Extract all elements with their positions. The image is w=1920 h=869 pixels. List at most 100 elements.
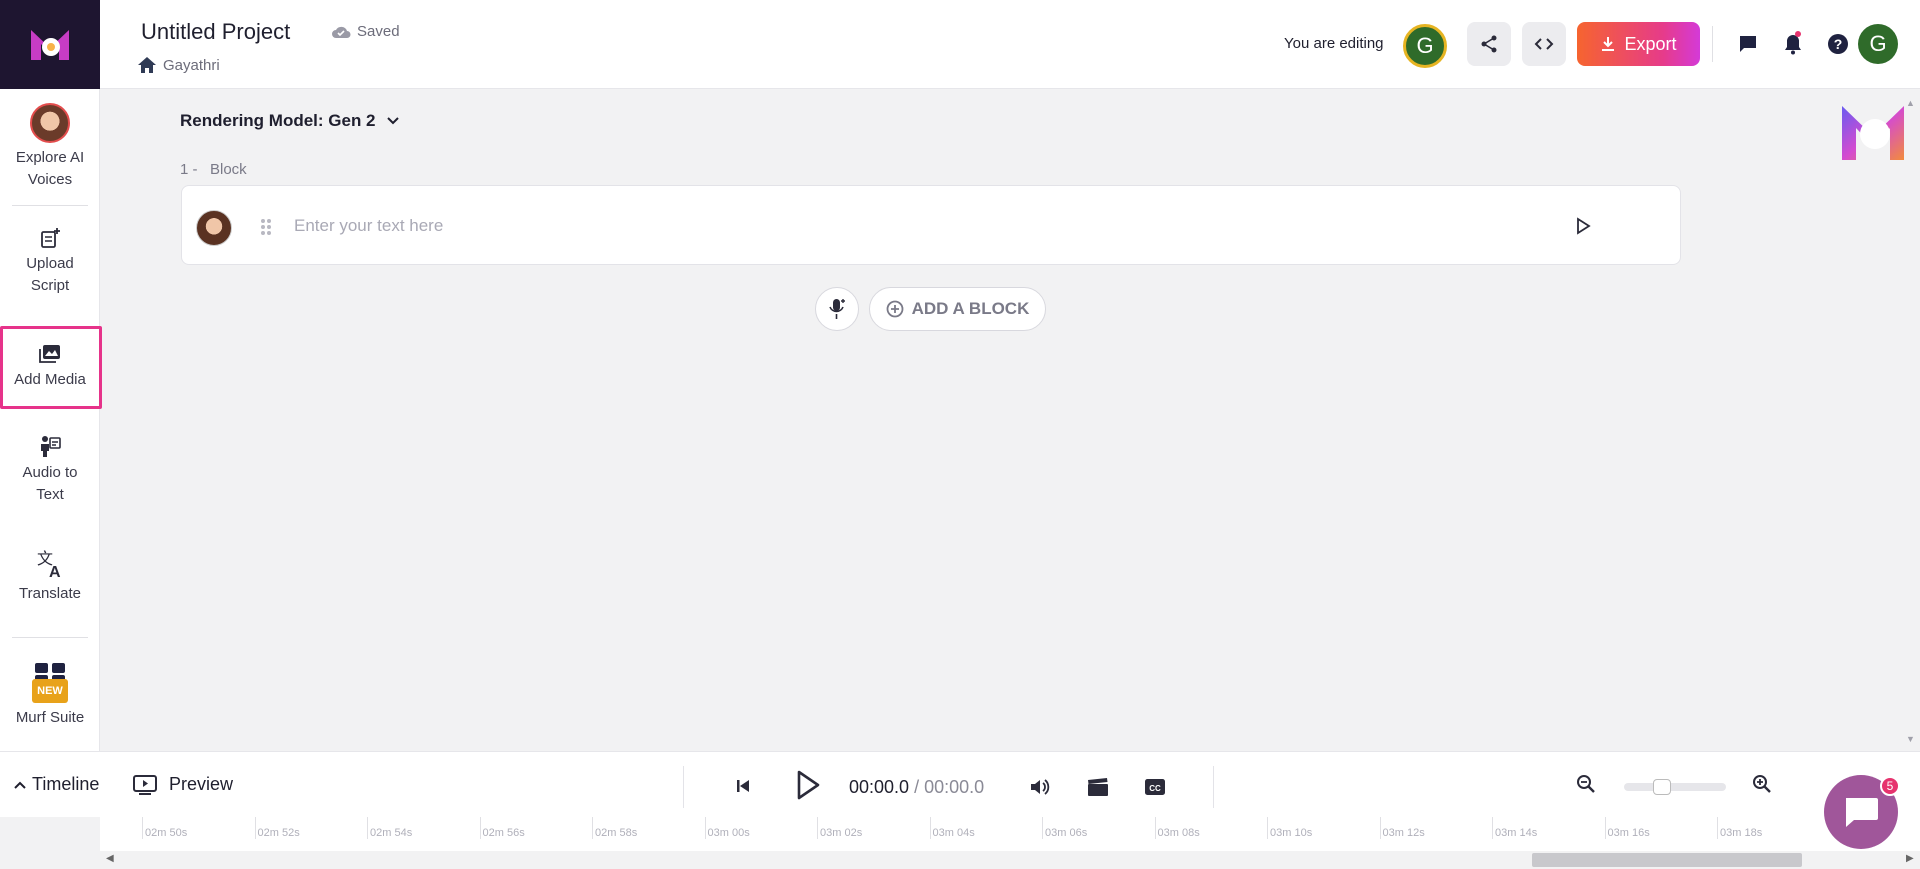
ruler-tick-label: 03m 04s — [932, 827, 975, 839]
ruler-tick-label: 02m 56s — [482, 827, 525, 839]
svg-text:CC: CC — [1149, 784, 1161, 793]
ruler-tick — [1604, 817, 1606, 839]
sidebar-item-explore-ai-voices[interactable]: Explore AI Voices — [0, 103, 100, 191]
timeline-scrollbar[interactable]: ◀ ▶ — [100, 851, 1920, 869]
ruler-tick-label: 03m 16s — [1607, 827, 1650, 839]
sidebar-item-label: Translate — [19, 585, 81, 602]
ruler-tick — [142, 817, 143, 839]
upload-script-icon — [41, 228, 60, 248]
sidebar-item-label: Upload — [26, 255, 74, 272]
voice-avatar-icon — [30, 103, 70, 143]
play-button[interactable] — [794, 769, 822, 801]
drag-handle-icon[interactable] — [260, 218, 272, 241]
zoom-out-button[interactable] — [1576, 774, 1596, 799]
ruler-tick — [1492, 817, 1493, 839]
record-voice-button[interactable] — [815, 287, 859, 331]
timeline-scrollbar-thumb[interactable] — [1532, 853, 1802, 867]
ruler-tick-label: 03m 18s — [1720, 827, 1763, 839]
block-voice-avatar[interactable] — [196, 210, 232, 246]
ruler-tick — [1267, 817, 1268, 839]
svg-text:A: A — [49, 564, 61, 579]
left-sidebar: Explore AI Voices Upload Script Add Medi… — [0, 89, 100, 751]
breadcrumb[interactable]: Gayathri — [137, 56, 220, 74]
ruler-tick-label: 03m 08s — [1157, 827, 1200, 839]
skip-back-icon — [737, 780, 749, 792]
app-logo[interactable] — [0, 0, 100, 89]
timeline-label: Timeline — [32, 774, 100, 794]
ruler-tick-label: 02m 52s — [257, 827, 300, 839]
murf-brand-logo — [1838, 100, 1908, 171]
ruler-tick-label: 03m 12s — [1382, 827, 1425, 839]
player-controls: 00:00.0 / 00:00.0 CC — [683, 766, 1214, 808]
user-avatar[interactable]: G — [1858, 24, 1898, 64]
ruler-tick-label: 03m 14s — [1495, 827, 1538, 839]
rendering-model-dropdown[interactable]: Rendering Model: Gen 2 — [180, 111, 400, 131]
translate-icon: 文 A — [37, 549, 61, 579]
volume-button[interactable] — [1029, 777, 1051, 797]
microphone-icon — [829, 299, 845, 319]
export-button[interactable]: Export — [1577, 22, 1700, 66]
scroll-left-arrow[interactable]: ◀ — [106, 853, 114, 864]
add-circle-icon — [886, 300, 904, 318]
project-title[interactable]: Untitled Project — [141, 19, 290, 45]
ruler-tick — [592, 817, 593, 839]
captions-button[interactable]: CC — [1144, 778, 1166, 796]
chat-unread-badge: 5 — [1880, 776, 1900, 796]
zoom-slider[interactable] — [1624, 779, 1726, 795]
add-block-label: ADD A BLOCK — [911, 299, 1030, 318]
bell-icon — [1785, 35, 1801, 55]
sidebar-item-upload-script[interactable]: Upload Script — [0, 227, 100, 297]
volume-icon — [1031, 779, 1050, 795]
sidebar-item-audio-to-text[interactable]: Audio to Text — [0, 434, 100, 506]
closed-captions-icon: CC — [1145, 779, 1165, 795]
current-time: 00:00.0 — [849, 777, 910, 797]
playback-bar: Timeline Preview 00:00.0 / 00:00.0 CC — [0, 751, 1920, 817]
ruler-tick-label: 03m 00s — [707, 827, 750, 839]
cloud-check-icon — [332, 26, 351, 38]
svg-text:?: ? — [1834, 36, 1843, 52]
sidebar-divider — [12, 637, 88, 638]
preview-icon — [133, 774, 157, 795]
feedback-button[interactable] — [1737, 33, 1759, 55]
time-separator: / — [909, 777, 925, 797]
download-icon — [1602, 37, 1615, 51]
preview-toggle[interactable]: Preview — [133, 774, 233, 795]
play-icon — [1577, 217, 1591, 235]
scroll-down-arrow[interactable]: ▼ — [1906, 734, 1915, 744]
video-button[interactable] — [1087, 777, 1109, 797]
ruler-tick-label: 02m 50s — [145, 827, 188, 839]
chat-bubble-icon — [1740, 36, 1756, 52]
saved-label: Saved — [357, 23, 400, 40]
scroll-up-arrow[interactable]: ▲ — [1906, 98, 1915, 108]
zoom-slider-thumb[interactable] — [1653, 779, 1671, 795]
sidebar-item-translate[interactable]: 文 A Translate — [0, 549, 100, 605]
chevron-down-icon — [386, 117, 399, 125]
sidebar-item-murf-suite[interactable]: NEW Murf Suite — [0, 661, 100, 729]
timeline-ruler[interactable]: 02m 50s 02m 52s 02m 54s 02m 56s 02m 58s 03m 0… — [100, 817, 1920, 851]
header-divider — [1712, 26, 1713, 62]
time-display: 00:00.0 / 00:00.0 — [849, 777, 984, 798]
ruler-tick — [929, 817, 931, 839]
scroll-right-arrow[interactable]: ▶ — [1906, 853, 1914, 864]
share-icon — [1481, 35, 1497, 53]
play-block-button[interactable] — [1575, 217, 1591, 240]
ruler-tick — [367, 817, 368, 839]
timeline-toggle[interactable]: Timeline — [14, 774, 99, 795]
sidebar-item-label: Explore AI — [15, 149, 85, 166]
skip-back-button[interactable] — [735, 778, 751, 794]
ruler-tick — [254, 817, 256, 839]
export-label: Export — [1624, 33, 1677, 54]
share-button[interactable] — [1467, 22, 1511, 66]
notification-dot — [1795, 31, 1801, 37]
ruler-tick-label: 03m 10s — [1270, 827, 1313, 839]
block-text-input[interactable] — [294, 212, 1494, 240]
clapperboard-icon — [1088, 778, 1108, 796]
help-button[interactable]: ? — [1827, 33, 1849, 55]
sidebar-item-label: Script — [30, 277, 70, 294]
embed-code-button[interactable] — [1522, 22, 1566, 66]
script-block — [181, 185, 1681, 265]
add-block-button[interactable]: ADD A BLOCK — [869, 287, 1046, 331]
notifications-button[interactable] — [1782, 31, 1804, 55]
editor-avatar[interactable]: G — [1403, 24, 1447, 68]
zoom-in-button[interactable] — [1752, 774, 1772, 799]
